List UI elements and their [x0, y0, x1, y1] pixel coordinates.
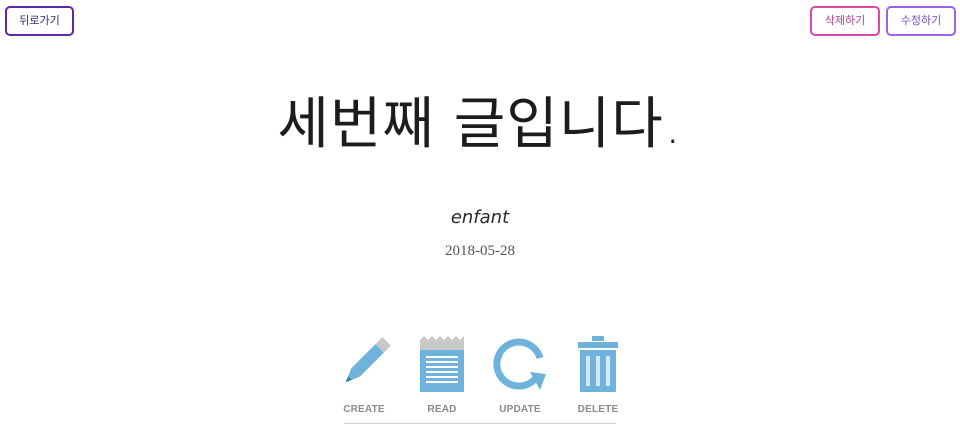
crud-delete-label: DELETE — [577, 404, 619, 415]
crud-delete: DELETE — [566, 334, 630, 424]
pencil-icon — [345, 337, 391, 383]
crud-read: READ — [410, 334, 474, 424]
crud-read-label: READ — [427, 404, 457, 415]
trash-icon — [578, 336, 618, 392]
crud-update-label: UPDATE — [499, 404, 541, 415]
post-detail-page: 뒤로가기 삭제하기 수정하기 세번째 글입니다. enfant 2018-05-… — [0, 0, 960, 429]
divider — [344, 423, 616, 424]
post-title: 세번째 글입니다. — [277, 92, 683, 157]
refresh-icon — [493, 338, 546, 390]
delete-button[interactable]: 삭제하기 — [810, 6, 880, 36]
crud-banner-image: CREATE READ UPDATE DELETE — [332, 334, 628, 426]
post-date: 2018-05-28 — [445, 243, 515, 259]
back-button[interactable]: 뒤로가기 — [5, 6, 74, 36]
crud-create: CREATE — [332, 334, 396, 424]
post-author: enfant — [450, 207, 510, 228]
edit-button[interactable]: 수정하기 — [886, 6, 956, 36]
crud-create-label: CREATE — [343, 404, 385, 415]
crud-update: UPDATE — [488, 334, 552, 424]
notepad-icon — [420, 336, 464, 392]
